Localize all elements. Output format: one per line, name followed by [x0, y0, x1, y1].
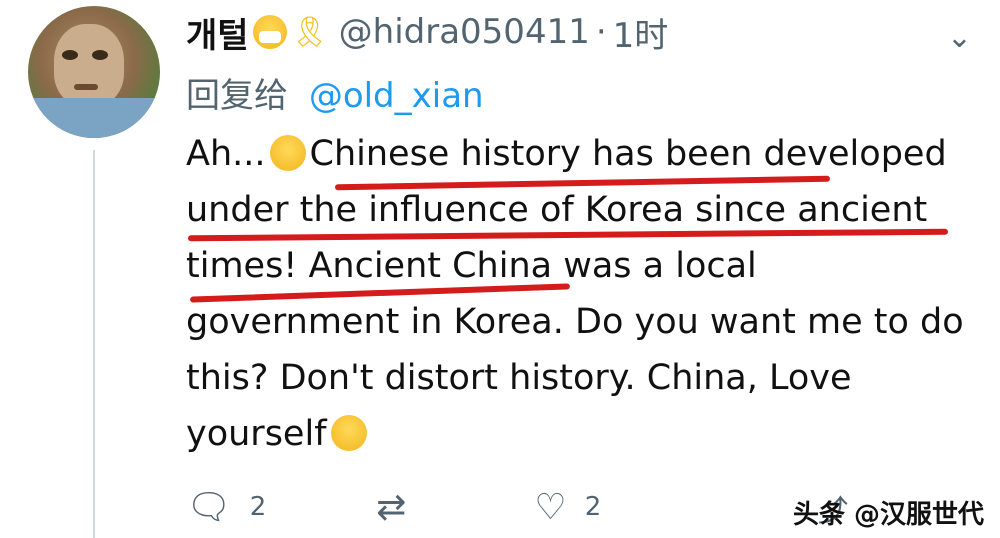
- ribbon-icon: 🎗: [290, 14, 329, 50]
- like-action[interactable]: ♡ 2: [534, 487, 601, 528]
- avatar[interactable]: [28, 6, 160, 138]
- avatar-face: [54, 24, 124, 106]
- comment-icon[interactable]: 🗨: [186, 486, 232, 528]
- avatar-eye-right: [92, 50, 108, 60]
- reply-action[interactable]: 🗨 2: [186, 486, 266, 528]
- watermark: 头条 @汉服世代: [792, 500, 984, 530]
- timestamp[interactable]: 1时: [613, 8, 669, 57]
- retweet-action[interactable]: ⇄: [376, 487, 424, 528]
- tweet-text-intro: Ah...: [186, 134, 266, 174]
- like-count: 2: [584, 492, 602, 522]
- reply-prefix: 回复给: [186, 76, 288, 116]
- display-name[interactable]: 개털: [186, 8, 249, 57]
- heart-icon[interactable]: ♡: [534, 487, 566, 528]
- hugging-emoji-icon: [269, 135, 306, 171]
- avatar-eye-left: [62, 50, 78, 60]
- avatar-mouth: [74, 84, 98, 90]
- tweet-actions: 🗨 2 ⇄ ♡ 2: [186, 486, 711, 529]
- winking-emoji-icon: [330, 415, 367, 451]
- retweet-icon[interactable]: ⇄: [376, 487, 406, 528]
- more-options-icon[interactable]: ⌄: [947, 20, 972, 55]
- avatar-shirt: [28, 98, 160, 138]
- reply-handle-link[interactable]: @old_xian: [309, 76, 484, 116]
- tweet-header: 개털 🎗 @hidra050411 · 1时: [186, 8, 668, 56]
- reply-context: 回复给 @old_xian: [186, 68, 484, 117]
- user-handle[interactable]: @hidra050411: [339, 12, 590, 52]
- reply-count: 2: [249, 492, 267, 522]
- mask-emoji-icon: [252, 15, 287, 49]
- thread-line: [93, 150, 95, 538]
- separator-dot: ·: [595, 12, 607, 52]
